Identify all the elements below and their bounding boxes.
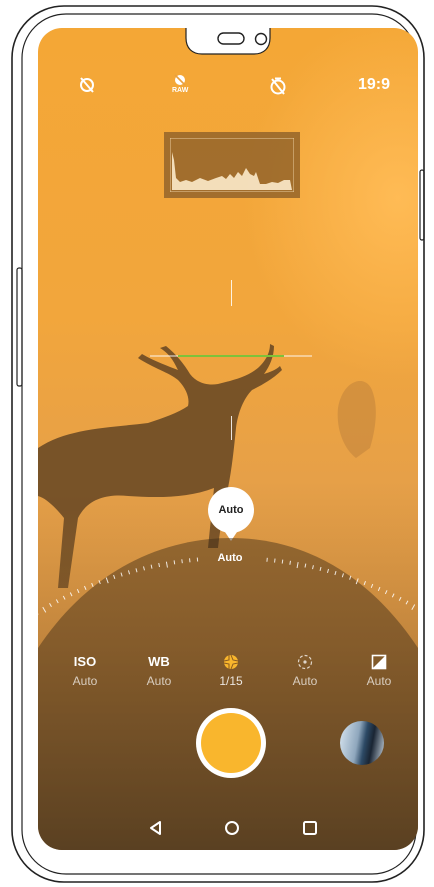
dial-tick (405, 600, 409, 605)
shutter-button-inner (201, 713, 261, 773)
dial-tick (42, 606, 47, 613)
mode-iso-value: Auto (72, 674, 98, 688)
mode-wb[interactable]: WB Auto (124, 654, 194, 688)
dial-tick (363, 580, 366, 586)
shutter-button[interactable] (196, 708, 266, 778)
dial-tick (62, 595, 66, 600)
dial-tick (49, 603, 52, 608)
mode-iso[interactable]: ISO Auto (50, 654, 120, 688)
dial-tick (91, 582, 94, 587)
dial-tick (76, 589, 80, 594)
dial-tick (391, 593, 395, 598)
home-circle-icon[interactable] (222, 818, 242, 838)
back-triangle-icon[interactable] (146, 818, 166, 838)
recents-square-icon[interactable] (300, 818, 320, 838)
dial-tick (181, 559, 183, 564)
mode-wb-value: Auto (146, 674, 172, 688)
exposure-icon (344, 654, 414, 670)
dial-tick (69, 592, 73, 597)
gallery-thumbnail[interactable] (340, 721, 384, 765)
manual-mode-row: ISO Auto WB Auto 1/15 Auto Auto (38, 654, 418, 694)
mode-focus-value: Auto (292, 674, 318, 688)
mode-iso-title: ISO (73, 654, 97, 669)
camera-notch (185, 28, 271, 55)
dial-tick (289, 560, 291, 565)
dial-tick (398, 596, 402, 601)
mode-shutter-speed[interactable]: 1/15 (196, 654, 266, 688)
dial-tick (370, 583, 374, 588)
camera-viewfinder[interactable]: RAW 19:9 Auto Auto ISO Auto WB Auto 1/15… (38, 28, 418, 850)
dial-tick (411, 604, 416, 611)
mode-exposure[interactable]: Auto (344, 654, 414, 688)
mode-shutter-value: 1/15 (219, 674, 243, 688)
dial-tick (281, 559, 284, 564)
dial-tick (173, 560, 176, 565)
mode-focus[interactable]: Auto (270, 654, 340, 688)
focus-icon (270, 654, 340, 670)
aperture-icon (196, 654, 266, 670)
mode-wb-title: WB (148, 654, 170, 669)
navigation-bar (38, 810, 418, 844)
dial-tick (384, 590, 388, 595)
mode-exposure-value: Auto (366, 674, 392, 688)
dial-value-label: Auto (217, 552, 243, 564)
dial-tick (55, 599, 59, 604)
dial-tick (377, 586, 381, 591)
dial-tick (83, 585, 87, 590)
